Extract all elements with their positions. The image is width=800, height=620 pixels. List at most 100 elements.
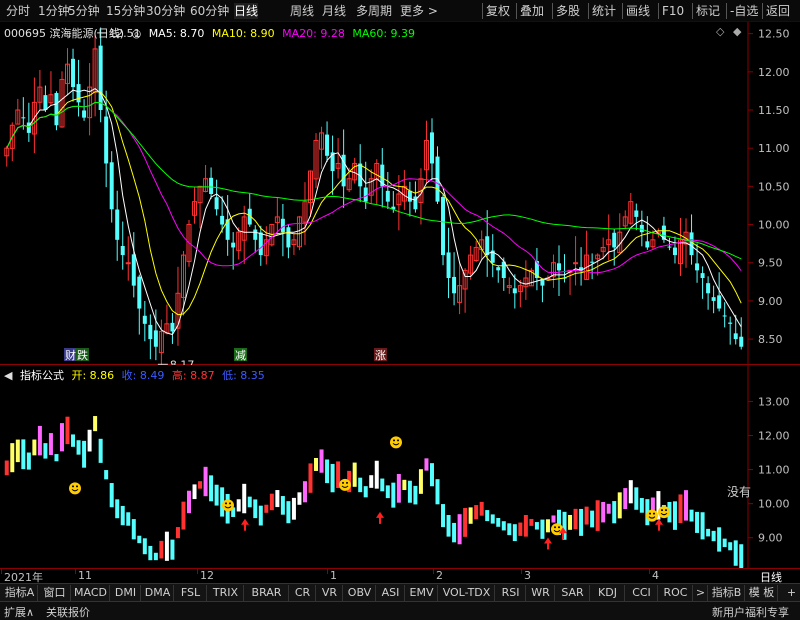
- indicator-bar: [170, 539, 175, 560]
- toolbar-button-3[interactable]: 统计: [592, 3, 616, 19]
- indicator-bar: [325, 459, 330, 484]
- indicator-bar: [214, 484, 219, 506]
- indicator-menu-icon[interactable]: ◀: [4, 369, 12, 382]
- indicator-bar: [385, 485, 390, 499]
- indicator-tab-0[interactable]: 指标A: [2, 585, 38, 601]
- indicator-chart[interactable]: 13.00 12.00 11.00 10.00 9.00: [0, 365, 800, 568]
- period-toolbar: 分时 1分钟 5分钟 15分钟 30分钟 60分钟 日线 周线 月线 多周期 更多 > 复权 叠加 多股统…: [0, 0, 800, 22]
- candle: [330, 135, 335, 195]
- indicator-tab-18[interactable]: CCI: [626, 585, 658, 601]
- period-tab-0[interactable]: 分时: [6, 3, 30, 19]
- period-tab-5[interactable]: 60分钟: [190, 3, 229, 19]
- indicator-tab-11[interactable]: ASI: [377, 585, 405, 601]
- indicator-tab-15[interactable]: WR: [527, 585, 555, 601]
- smiley-eye: [72, 485, 74, 488]
- indicator-tab-21[interactable]: 指标B: [709, 585, 745, 601]
- indicator-tab-12[interactable]: EMV: [406, 585, 438, 601]
- indicator-bar: [10, 443, 15, 473]
- indicator-bar: [275, 490, 280, 508]
- indicator-bar: [573, 508, 578, 530]
- period-tab-8[interactable]: 月线: [322, 3, 346, 19]
- indicator-tab-9[interactable]: VR: [317, 585, 343, 601]
- indicator-bar: [71, 434, 76, 447]
- diamond-down-icon[interactable]: ◆: [733, 25, 741, 38]
- period-tab-7[interactable]: 周线: [290, 3, 314, 19]
- kline-panel[interactable]: 12.50 12.00 11.50 11.00 10.50 10.00 9.50 9.00 8.…: [0, 22, 800, 365]
- indicator-panel[interactable]: 13.00 12.00 11.00 10.00 9.00 ◀ 指标公式 开: 8.86 …: [0, 365, 800, 568]
- diamond-icon[interactable]: ◇: [716, 25, 724, 38]
- toolbar-separator: [588, 3, 589, 19]
- indicator-bar: [137, 535, 142, 544]
- ma-menu-icon[interactable]: ◎: [132, 27, 142, 40]
- period-tab-1[interactable]: 1分钟: [38, 3, 70, 19]
- indicator-tab-10[interactable]: OBV: [344, 585, 376, 601]
- expand-button[interactable]: 扩展∧: [4, 604, 34, 620]
- indicator-tab-14[interactable]: RSI: [496, 585, 526, 601]
- toolbar-button-1[interactable]: 叠加: [520, 3, 544, 19]
- period-tab-9[interactable]: 多周期: [356, 3, 392, 19]
- candle-body: [280, 218, 285, 233]
- indicator-tab-4[interactable]: DMA: [142, 585, 174, 601]
- period-tab-4[interactable]: 30分钟: [146, 3, 185, 19]
- indicator-tab-5[interactable]: FSL: [175, 585, 207, 601]
- indicator-tab-2[interactable]: MACD: [72, 585, 110, 601]
- toolbar-button-5[interactable]: F10: [662, 3, 684, 19]
- indicator-bar: [490, 514, 495, 524]
- indicator-bar: [209, 475, 214, 502]
- ma-info-line: 000695 滨海能源(日线) ◎ MA5: 8.70 MA10: 8.90 M…: [4, 25, 419, 40]
- candle: [241, 205, 247, 265]
- indicator-tab-8[interactable]: CR: [290, 585, 316, 601]
- price-tick-label: 8.50: [758, 333, 783, 346]
- kline-chart[interactable]: 12.50 12.00 11.50 11.00 10.50 10.00 9.50 9.00 8.…: [0, 22, 800, 365]
- candle-body: [153, 330, 158, 347]
- period-tab-6[interactable]: 日线: [234, 3, 259, 19]
- period-tab-2[interactable]: 5分钟: [68, 3, 100, 19]
- candle: [65, 48, 71, 96]
- indicator-bar: [54, 454, 59, 462]
- indicator-tab-6[interactable]: TRIX: [208, 585, 244, 601]
- arrow-head: [376, 511, 384, 518]
- indicator-tab-17[interactable]: KDJ: [591, 585, 625, 601]
- indicator-tab-1[interactable]: 窗口: [39, 585, 71, 601]
- related-quote-button[interactable]: 关联报价: [46, 604, 90, 620]
- candle: [485, 210, 490, 277]
- indicator-bar: [87, 429, 92, 452]
- indicator-high: 高: 8.87: [171, 369, 215, 382]
- indicator-tab-3[interactable]: DMI: [111, 585, 141, 601]
- candle: [280, 203, 285, 257]
- indicator-bar: [264, 504, 269, 513]
- candle: [490, 234, 495, 278]
- new-user-welfare-link[interactable]: 新用户福利专享: [712, 604, 789, 620]
- candle-body: [429, 132, 434, 164]
- toolbar-button-2[interactable]: 多股: [556, 3, 580, 19]
- indicator-tab-23[interactable]: +: [779, 585, 800, 601]
- candle-body: [137, 276, 142, 309]
- indicator-tab-20[interactable]: >: [694, 585, 708, 601]
- date-tick: [521, 569, 522, 574]
- arrow-head: [241, 518, 249, 525]
- indicator-tab-16[interactable]: SAR: [556, 585, 590, 601]
- indicator-tab-22[interactable]: 模 板: [746, 585, 778, 601]
- candle-body: [325, 134, 330, 156]
- indicator-bar: [76, 440, 81, 455]
- indicator-bar: [258, 505, 263, 526]
- indicator-name[interactable]: 指标公式: [20, 369, 64, 382]
- indicator-tab-7[interactable]: BRAR: [245, 585, 289, 601]
- indicator-tab-13[interactable]: VOL-TDX: [439, 585, 495, 601]
- toolbar-button-7[interactable]: -自选: [730, 3, 758, 19]
- toolbar-button-6[interactable]: 标记: [696, 3, 720, 19]
- candle: [496, 265, 501, 283]
- indicator-bar: [728, 542, 733, 551]
- toolbar-button-0[interactable]: 复权: [486, 3, 510, 19]
- price-tick-label: 10.00: [758, 219, 790, 232]
- smiley-icon: [222, 499, 234, 512]
- period-tab-10[interactable]: 更多 >: [400, 3, 438, 19]
- smiley-eye: [76, 485, 78, 488]
- indicator-tab-19[interactable]: ROC: [659, 585, 693, 601]
- indicator-bar: [695, 511, 700, 533]
- toolbar-button-4[interactable]: 画线: [626, 3, 650, 19]
- indicator-bar: [148, 545, 153, 561]
- indicator-bar: [302, 481, 307, 503]
- toolbar-button-8[interactable]: 返回: [766, 3, 790, 19]
- period-tab-3[interactable]: 15分钟: [106, 3, 145, 19]
